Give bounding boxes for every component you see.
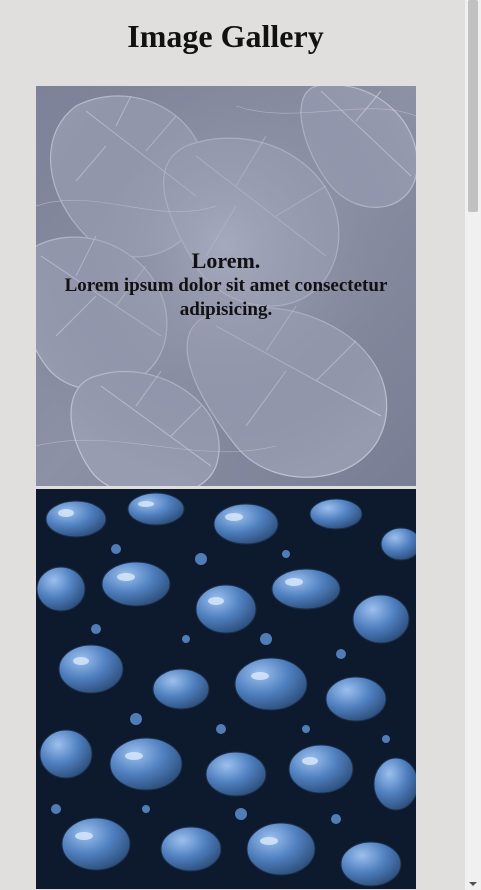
caption-text: Lorem ipsum dolor sit amet consectetur a… [64, 275, 388, 320]
scrollbar-thumb[interactable] [468, 0, 478, 212]
gallery-caption: Lorem. Lorem ipsum dolor sit amet consec… [36, 248, 416, 322]
page-title: Image Gallery [127, 18, 324, 54]
vertical-scrollbar[interactable] [465, 0, 481, 890]
gallery-item-leaves[interactable]: Lorem. Lorem ipsum dolor sit amet consec… [36, 86, 416, 486]
gallery-item-droplets[interactable] [36, 489, 416, 889]
scroll-down-arrow-icon[interactable] [469, 882, 477, 886]
caption-title: Lorem. [191, 248, 261, 273]
blue-water-drops-image [36, 489, 416, 889]
gallery-page: Image Gallery Lorem. Lorem ipsum dolor s… [0, 0, 465, 890]
